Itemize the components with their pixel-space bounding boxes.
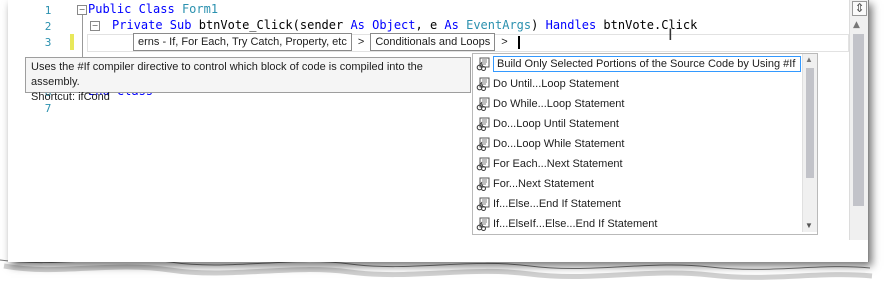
tooltip-shortcut: Shortcut: ifCond bbox=[31, 91, 110, 103]
keyword: Private Sub bbox=[112, 18, 192, 32]
snippet-folder-crumb[interactable]: Conditionals and Loops bbox=[370, 33, 496, 51]
snippet-list-label: Build Only Selected Portions of the Sour… bbox=[493, 56, 802, 72]
snippet-category-crumb[interactable]: erns - If, For Each, Try Catch, Property… bbox=[133, 33, 352, 51]
code-editor[interactable]: 1 2 3 5 6 7 − − Public Class Form1 Priva… bbox=[8, 0, 855, 240]
keyword: As bbox=[444, 18, 459, 32]
snippet-tooltip: Uses the #If compiler directive to contr… bbox=[25, 57, 471, 103]
snippet-list[interactable]: Build Only Selected Portions of the Sour… bbox=[472, 53, 818, 235]
line-number: 2 bbox=[44, 20, 52, 33]
text-caret bbox=[517, 35, 520, 49]
class-name: Form1 bbox=[181, 2, 219, 16]
line-number: 3 bbox=[44, 36, 52, 49]
keyword: Handles bbox=[545, 18, 597, 32]
snippet-list-item[interactable]: For...Next Statement bbox=[476, 175, 594, 193]
snippet-list-item[interactable]: If...ElseIf...Else...End If Statement bbox=[476, 215, 657, 233]
list-scrollbar[interactable]: ▲ ▼ bbox=[802, 54, 817, 232]
snippet-list-item[interactable]: Do...Loop Until Statement bbox=[476, 115, 619, 133]
snippet-list-label: If...ElseIf...Else...End If Statement bbox=[493, 218, 658, 230]
snippet-list-item[interactable]: Build Only Selected Portions of the Sour… bbox=[476, 55, 802, 73]
scroll-up-icon[interactable]: ▲ bbox=[853, 20, 860, 30]
scroll-down-icon[interactable]: ▼ bbox=[805, 221, 813, 230]
snippet-icon bbox=[476, 217, 490, 232]
crumb-separator: > bbox=[357, 36, 365, 48]
split-window-icon[interactable]: ⇕ bbox=[852, 1, 867, 16]
crumb-separator: > bbox=[501, 36, 508, 48]
paren: ) bbox=[531, 18, 539, 32]
collapse-icon[interactable]: − bbox=[77, 5, 87, 15]
snippet-icon bbox=[476, 137, 490, 152]
snippet-list-item[interactable]: Do While...Loop Statement bbox=[476, 95, 624, 113]
snippet-icon bbox=[476, 197, 490, 212]
snippet-list-item[interactable]: Do...Loop While Statement bbox=[476, 135, 624, 153]
snippet-list-item[interactable]: For Each...Next Statement bbox=[476, 155, 623, 173]
snippet-list-label: Do...Loop While Statement bbox=[493, 138, 625, 150]
snippet-list-label: Do Until...Loop Statement bbox=[493, 78, 619, 90]
param-text: , e bbox=[415, 18, 438, 32]
snippet-list-item[interactable]: If...Else...End If Statement bbox=[476, 195, 621, 213]
snippet-list-label: For...Next Statement bbox=[493, 178, 594, 190]
scroll-thumb[interactable] bbox=[806, 68, 814, 178]
snippet-icon bbox=[476, 157, 490, 172]
snippet-icon bbox=[476, 117, 490, 132]
snippet-list-label: If...Else...End If Statement bbox=[493, 198, 621, 210]
snippet-list-item[interactable]: Do Until...Loop Statement bbox=[476, 75, 619, 93]
type-name: EventArgs bbox=[466, 18, 532, 32]
change-marker bbox=[70, 34, 74, 50]
collapse-icon[interactable]: − bbox=[90, 21, 100, 31]
scroll-up-icon[interactable]: ▲ bbox=[805, 55, 813, 64]
ide-window: 1 2 3 5 6 7 − − Public Class Form1 Priva… bbox=[8, 0, 869, 262]
type-name: Object bbox=[372, 18, 416, 32]
snippet-list-label: For Each...Next Statement bbox=[493, 158, 623, 170]
keyword: As bbox=[350, 18, 365, 32]
code-line-1: Public Class Form1 bbox=[88, 2, 218, 16]
keyword: Public Class bbox=[88, 2, 175, 16]
handler-name: btnVote.Click bbox=[603, 18, 698, 32]
editor-scrollbar[interactable]: ⇕ ▲ bbox=[849, 0, 868, 240]
tooltip-description: Uses the #If compiler directive to contr… bbox=[31, 61, 423, 88]
snippet-icon bbox=[476, 177, 490, 192]
snippet-icon bbox=[476, 77, 490, 92]
snippet-icon bbox=[476, 57, 490, 72]
snippet-picker[interactable]: erns - If, For Each, Try Catch, Property… bbox=[133, 33, 520, 51]
snippet-list-label: Do...Loop Until Statement bbox=[493, 118, 619, 130]
snippet-list-label: Do While...Loop Statement bbox=[493, 98, 625, 110]
method-signature: btnVote_Click(sender bbox=[198, 18, 344, 32]
line-number: 1 bbox=[44, 4, 52, 17]
snippet-icon bbox=[476, 97, 490, 112]
ibeam-cursor-icon: I bbox=[668, 25, 673, 44]
scroll-thumb[interactable] bbox=[853, 34, 864, 206]
code-line-2: Private Sub btnVote_Click(sender As Obje… bbox=[112, 18, 697, 32]
